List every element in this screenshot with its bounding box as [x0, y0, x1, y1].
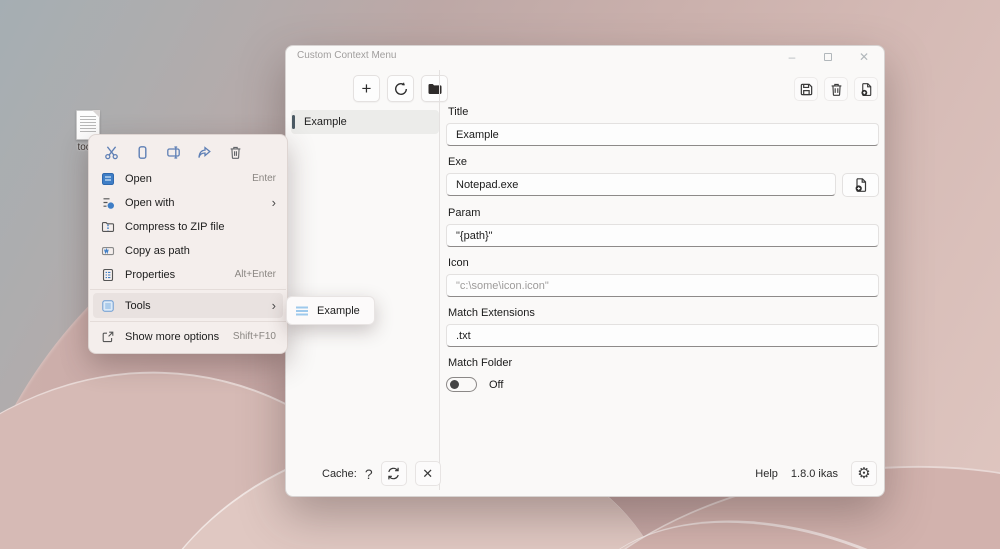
sync-icon — [388, 467, 399, 480]
open-folder-button[interactable] — [421, 75, 448, 102]
menu-separator — [90, 289, 286, 290]
tools-icon — [100, 299, 115, 313]
icon-input[interactable] — [446, 274, 879, 297]
menu-item-properties[interactable]: Properties Alt+Enter — [93, 263, 283, 286]
minimize-button[interactable]: – — [774, 46, 810, 68]
close-button[interactable]: ✕ — [846, 46, 882, 68]
plus-icon: + — [361, 78, 372, 98]
match-extensions-label: Match Extensions — [448, 307, 535, 319]
zip-folder-icon — [100, 220, 115, 234]
help-link[interactable]: Help — [755, 468, 778, 480]
quick-actions-row — [89, 140, 287, 166]
app-window: Custom Context Menu – ✕ + Example Title … — [285, 45, 885, 497]
refresh-icon — [394, 81, 407, 95]
match-folder-toggle[interactable] — [446, 377, 477, 392]
titlebar[interactable]: Custom Context Menu – ✕ — [286, 46, 884, 68]
share-icon[interactable] — [195, 144, 213, 160]
cache-refresh-button[interactable] — [380, 461, 407, 486]
list-item-label: Example — [304, 116, 347, 128]
title-input[interactable] — [446, 123, 879, 146]
trash-icon — [831, 83, 841, 96]
close-icon: ✕ — [422, 465, 434, 481]
menu-entry-list-item[interactable]: Example — [291, 110, 439, 134]
title-field-label: Title — [448, 106, 469, 118]
delete-icon[interactable] — [226, 144, 244, 160]
chevron-right-icon: › — [271, 298, 276, 313]
context-menu: Open Enter Open with › Compress to ZIP f… — [88, 134, 288, 354]
cache-label: Cache: — [322, 467, 357, 480]
cache-clear-button[interactable]: ✕ — [414, 461, 441, 486]
entry-form: Title Exe — [446, 106, 879, 402]
menu-item-open[interactable]: Open Enter — [93, 167, 283, 190]
refresh-list-button[interactable] — [387, 75, 414, 102]
exe-field-label: Exe — [448, 156, 467, 168]
pick-file-icon — [855, 178, 866, 192]
toggle-knob — [450, 380, 459, 389]
new-file-button[interactable] — [854, 77, 878, 101]
param-field-label: Param — [448, 207, 481, 219]
properties-icon — [100, 268, 115, 282]
toggle-state-label: Off — [489, 378, 504, 391]
menu-item-show-more-options[interactable]: Show more options Shift+F10 — [93, 325, 283, 348]
submenu-item-label: Example — [317, 304, 360, 317]
cut-icon[interactable] — [102, 144, 120, 160]
menu-separator — [90, 321, 286, 322]
new-file-icon — [860, 82, 871, 96]
param-input[interactable] — [446, 224, 879, 247]
copy-as-path-icon — [100, 244, 115, 258]
menu-item-copy-as-path[interactable]: Copy as path — [93, 239, 283, 262]
menu-item-compress-zip[interactable]: Compress to ZIP file — [93, 215, 283, 238]
save-icon — [800, 83, 812, 95]
panel-divider — [439, 70, 440, 490]
maximize-button[interactable] — [810, 46, 846, 68]
desktop: tools Custom Context Menu – ✕ + — [0, 0, 1000, 549]
open-with-icon — [100, 196, 115, 210]
open-icon — [100, 172, 115, 186]
add-entry-button[interactable]: + — [353, 75, 380, 102]
delete-entry-button[interactable] — [824, 77, 848, 101]
browse-exe-button[interactable] — [842, 173, 879, 197]
settings-button[interactable]: ⚙ — [851, 461, 877, 486]
exe-input[interactable] — [446, 173, 836, 196]
copy-icon[interactable] — [133, 144, 151, 160]
gear-icon: ⚙ — [857, 465, 871, 482]
show-more-icon — [100, 330, 115, 344]
tools-submenu[interactable]: Example — [286, 296, 375, 325]
menu-item-open-with[interactable]: Open with › — [93, 191, 283, 214]
selection-indicator — [292, 115, 295, 129]
menu-item-tools[interactable]: Tools › — [93, 293, 283, 318]
match-folder-label: Match Folder — [448, 357, 513, 369]
rename-icon[interactable] — [164, 144, 182, 160]
window-title: Custom Context Menu — [297, 50, 397, 61]
version-label: 1.8.0 ikas — [790, 467, 838, 480]
chevron-right-icon: › — [271, 195, 276, 210]
match-extensions-input[interactable] — [446, 324, 879, 347]
folder-icon — [428, 83, 441, 94]
save-button[interactable] — [794, 77, 818, 101]
icon-field-label: Icon — [448, 257, 469, 269]
example-list-icon — [296, 306, 308, 315]
cache-help-icon[interactable]: ? — [365, 466, 373, 482]
maximize-icon — [824, 53, 832, 61]
